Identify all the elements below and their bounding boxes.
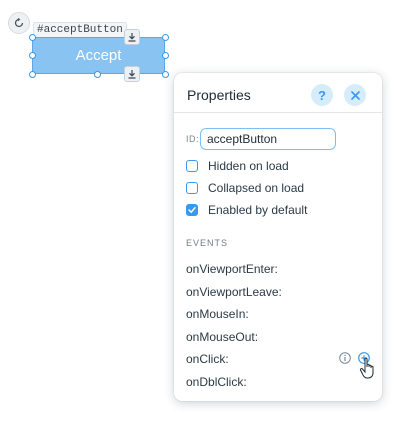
- close-icon: [350, 90, 360, 100]
- resize-handle-top-right[interactable]: [162, 34, 169, 41]
- resize-handle-bottom-center[interactable]: [94, 71, 101, 78]
- accept-button-label: Accept: [75, 47, 122, 64]
- id-input[interactable]: [200, 128, 336, 150]
- event-on-click[interactable]: onClick:: [186, 352, 229, 366]
- properties-panel: Properties ? ID: Hidden on load Collapse…: [174, 73, 382, 401]
- download-icon: [128, 33, 136, 42]
- checkbox-hidden-on-load[interactable]: Hidden on load: [186, 159, 289, 173]
- help-button[interactable]: ?: [311, 84, 333, 106]
- help-icon: ?: [318, 87, 326, 103]
- resize-handle-middle-right[interactable]: [162, 52, 169, 59]
- rotate-icon: [14, 17, 24, 28]
- close-button[interactable]: [344, 84, 366, 106]
- panel-title: Properties: [187, 87, 251, 103]
- info-icon[interactable]: [339, 352, 351, 364]
- accept-button[interactable]: Accept: [32, 37, 165, 74]
- checkmark-icon: [188, 207, 196, 214]
- checkbox-label: Collapsed on load: [208, 181, 305, 195]
- event-on-dbl-click[interactable]: onDblClick:: [186, 375, 247, 389]
- checkbox-enabled-by-default[interactable]: Enabled by default: [186, 203, 307, 217]
- event-on-mouse-out[interactable]: onMouseOut:: [186, 330, 258, 344]
- checkbox-collapsed-on-load[interactable]: Collapsed on load: [186, 181, 304, 195]
- resize-handle-top-left[interactable]: [29, 34, 36, 41]
- event-on-mouse-in[interactable]: onMouseIn:: [186, 307, 249, 321]
- checkbox-label: Hidden on load: [208, 159, 289, 173]
- bottom-download-handle[interactable]: [124, 66, 140, 82]
- checkbox[interactable]: [186, 182, 198, 194]
- resize-handle-bottom-right[interactable]: [162, 71, 169, 78]
- download-icon: [128, 70, 136, 79]
- events-header: EVENTS: [186, 238, 229, 248]
- checkbox[interactable]: [186, 160, 198, 172]
- event-on-viewport-enter[interactable]: onViewportEnter:: [186, 262, 278, 276]
- element-id-tag: #acceptButton: [33, 22, 127, 38]
- panel-divider: [174, 112, 382, 113]
- resize-handle-bottom-left[interactable]: [29, 71, 36, 78]
- checkbox-label: Enabled by default: [208, 203, 308, 217]
- checkbox[interactable]: [186, 204, 198, 216]
- event-on-viewport-leave[interactable]: onViewportLeave:: [186, 285, 282, 299]
- top-download-handle[interactable]: [124, 29, 140, 45]
- id-label: ID:: [186, 134, 200, 144]
- resize-handle-middle-left[interactable]: [29, 52, 36, 59]
- hand-cursor-icon: [359, 357, 374, 379]
- rotate-handle[interactable]: [8, 12, 30, 34]
